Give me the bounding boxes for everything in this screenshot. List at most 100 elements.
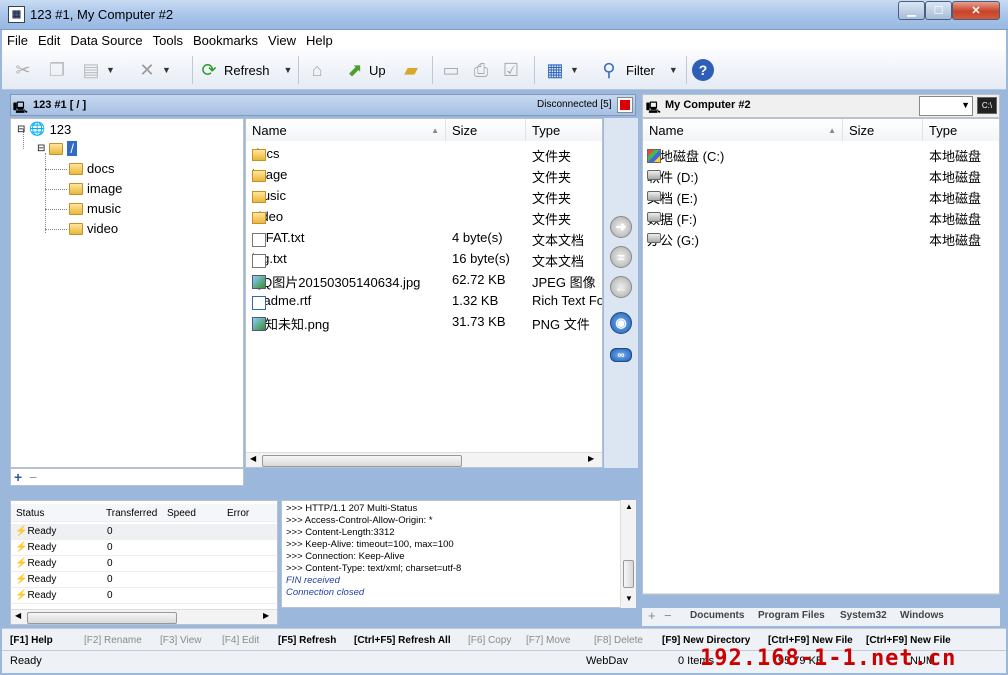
copy-right-button[interactable]: ➜ xyxy=(610,216,632,238)
drive-row[interactable]: 数据 (F:) 本地磁盘 xyxy=(643,206,999,227)
fkey-button[interactable]: [F4] Edit xyxy=(222,635,259,646)
chevron-down-icon[interactable]: ▼ xyxy=(284,65,293,75)
chevron-down-icon[interactable]: ▼ xyxy=(106,65,115,75)
file-row[interactable]: readme.rtf 1.32 KB Rich Text Fo xyxy=(246,290,602,311)
expand-all-button[interactable]: + xyxy=(14,469,22,485)
view-mode-button[interactable]: ▦ ▼ xyxy=(544,57,579,83)
transfer-row[interactable]: ⚡Ready 0 xyxy=(11,540,277,556)
chevron-down-icon[interactable]: ▼ xyxy=(669,65,678,75)
home-button[interactable]: ⌂ xyxy=(306,57,328,83)
help-button[interactable]: ? xyxy=(692,57,714,83)
transfer-row[interactable]: ⚡Ready 0 xyxy=(11,524,277,540)
minimize-button[interactable]: ▁ xyxy=(898,1,925,20)
fkey-button[interactable]: [F3] View xyxy=(160,635,202,646)
maximize-button[interactable]: ☐ xyxy=(925,1,952,20)
tree-item-video[interactable]: video xyxy=(69,221,118,236)
transfer-row[interactable]: ⚡Ready 0 xyxy=(11,588,277,604)
tab-program-files[interactable]: Program Files xyxy=(758,610,825,621)
disconnect-button[interactable] xyxy=(617,97,633,113)
menu-view[interactable]: View xyxy=(263,33,301,48)
chevron-down-icon[interactable]: ▼ xyxy=(570,65,579,75)
horizontal-scrollbar[interactable]: ◀ ▶ xyxy=(11,609,277,624)
tab-windows[interactable]: Windows xyxy=(900,610,944,621)
scrollbar-thumb[interactable] xyxy=(623,560,634,588)
fkey-button[interactable]: [F5] Refresh xyxy=(278,635,336,646)
column-header-size[interactable]: Size xyxy=(843,119,923,141)
tree-item-music[interactable]: music xyxy=(69,201,121,216)
cut-button[interactable]: ✂ xyxy=(12,57,34,83)
fkey-button[interactable]: [F7] Move xyxy=(526,635,570,646)
horizontal-scrollbar[interactable]: ◀ ▶ xyxy=(246,452,602,467)
column-header-name[interactable]: Name ▲ xyxy=(246,119,446,141)
fkey-button[interactable]: [F9] New Directory xyxy=(662,635,750,646)
column-header-size[interactable]: Size xyxy=(446,119,526,141)
scrollbar-thumb[interactable] xyxy=(262,455,462,467)
file-row[interactable]: 未知未知.png 31.73 KB PNG 文件 xyxy=(246,311,602,332)
tree-item-docs[interactable]: docs xyxy=(69,161,114,176)
menu-file[interactable]: File xyxy=(2,33,33,48)
menu-edit[interactable]: Edit xyxy=(33,33,65,48)
column-header-type[interactable]: Type xyxy=(526,119,602,141)
file-row[interactable]: video 文件夹 xyxy=(246,206,602,227)
tree-item-current[interactable]: ⊟ / xyxy=(37,141,78,156)
drive-row[interactable]: 办公 (G:) 本地磁盘 xyxy=(643,227,999,248)
collapse-icon[interactable]: ⊟ xyxy=(37,143,45,154)
scroll-up-icon[interactable]: ▲ xyxy=(625,502,633,511)
drive-row[interactable]: 软件 (D:) 本地磁盘 xyxy=(643,164,999,185)
add-tab-button[interactable]: + xyxy=(648,608,656,623)
rename-button[interactable]: ▭ xyxy=(440,57,462,83)
paste-button[interactable]: ▤ ▼ xyxy=(80,57,115,83)
fkey-button[interactable]: [Ctrl+F9] New File xyxy=(768,635,853,646)
scroll-left-icon[interactable]: ◀ xyxy=(15,611,21,620)
collapse-all-button[interactable]: − xyxy=(29,469,37,485)
scroll-left-icon[interactable]: ◀ xyxy=(250,454,256,463)
remove-tab-button[interactable]: − xyxy=(664,608,672,623)
fkey-button[interactable]: [Ctrl+F5] Refresh All xyxy=(354,635,451,646)
file-row[interactable]: docs 文件夹 xyxy=(246,143,602,164)
file-row[interactable]: exFAT.txt 4 byte(s) 文本文档 xyxy=(246,227,602,248)
fkey-button[interactable]: [F2] Rename xyxy=(84,635,142,646)
refresh-button[interactable]: ⟳ Refresh ▼ xyxy=(198,57,292,83)
delete-button[interactable]: ✕ ▼ xyxy=(136,57,171,83)
sync-button[interactable]: = xyxy=(610,246,632,268)
scrollbar-thumb[interactable] xyxy=(27,612,177,624)
print-button[interactable]: ⎙ xyxy=(470,57,492,83)
connect-button[interactable]: ◉ xyxy=(610,312,632,334)
open-folder-button[interactable]: ▰ xyxy=(400,57,422,83)
close-button[interactable]: ✕ xyxy=(952,1,1000,20)
menu-data-source[interactable]: Data Source xyxy=(65,33,147,48)
drive-row[interactable]: 本地磁盘 (C:) 本地磁盘 xyxy=(643,143,999,164)
file-row[interactable]: music 文件夹 xyxy=(246,185,602,206)
chevron-down-icon[interactable]: ▼ xyxy=(162,65,171,75)
tab-documents[interactable]: Documents xyxy=(690,610,744,621)
transfer-row[interactable]: ⚡Ready 0 xyxy=(11,556,277,572)
horizontal-scrollbar[interactable]: ◀ ▶ xyxy=(643,593,999,594)
file-row[interactable]: image 文件夹 xyxy=(246,164,602,185)
fkey-button[interactable]: [F6] Copy xyxy=(468,635,511,646)
scroll-down-icon[interactable]: ▼ xyxy=(625,594,633,603)
tree-item-root[interactable]: ⊟ 🌐 123 xyxy=(17,121,71,137)
menu-help[interactable]: Help xyxy=(301,33,338,48)
scroll-right-icon[interactable]: ▶ xyxy=(588,454,594,463)
up-button[interactable]: ⬈ Up xyxy=(344,57,385,83)
tree-item-image[interactable]: image xyxy=(69,181,122,196)
vertical-scrollbar[interactable]: ▲ ▼ xyxy=(620,500,636,608)
file-row[interactable]: QQ图片20150305140634.jpg 62.72 KB JPEG 图像 xyxy=(246,269,602,290)
fkey-button[interactable]: [Ctrl+F9] New File xyxy=(866,635,951,646)
properties-button[interactable]: ☑ xyxy=(500,57,522,83)
column-header-type[interactable]: Type xyxy=(923,119,999,141)
fkey-button[interactable]: [F1] Help xyxy=(10,635,53,646)
menu-bookmarks[interactable]: Bookmarks xyxy=(188,33,263,48)
collapse-icon[interactable]: ⊟ xyxy=(17,124,25,135)
filter-button[interactable]: ⚲ Filter ▼ xyxy=(598,57,678,83)
drive-row[interactable]: 文档 (E:) 本地磁盘 xyxy=(643,185,999,206)
link-button[interactable]: ∞ xyxy=(610,348,632,362)
file-row[interactable]: log.txt 16 byte(s) 文本文档 xyxy=(246,248,602,269)
transfer-row[interactable]: ⚡Ready 0 xyxy=(11,572,277,588)
copy-left-button[interactable]: ← xyxy=(610,276,632,298)
menu-tools[interactable]: Tools xyxy=(148,33,188,48)
console-button[interactable]: C:\ xyxy=(977,97,997,114)
scroll-right-icon[interactable]: ▶ xyxy=(263,611,269,620)
fkey-button[interactable]: [F8] Delete xyxy=(594,635,643,646)
tab-system32[interactable]: System32 xyxy=(840,610,887,621)
